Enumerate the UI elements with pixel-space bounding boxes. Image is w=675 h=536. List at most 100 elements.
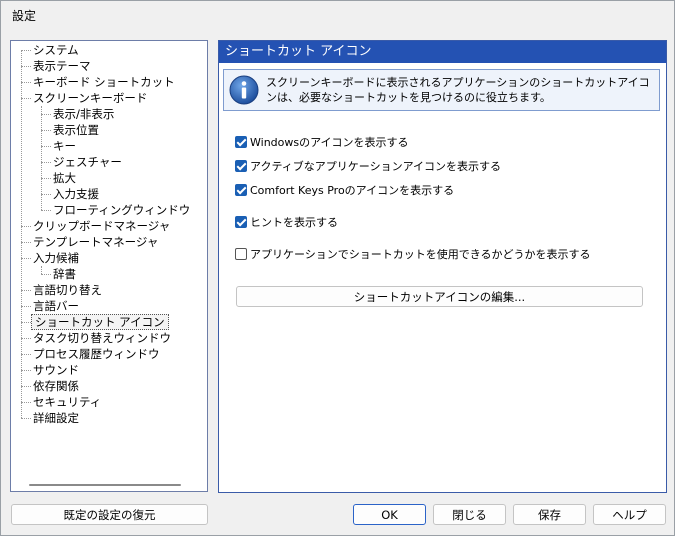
tree-item[interactable]: 依存関係: [31, 378, 81, 394]
tree-item-label: キーボード ショートカット: [33, 75, 175, 89]
tree-connector: [21, 258, 31, 259]
edit-shortcut-icons-button[interactable]: ショートカットアイコンの編集...: [236, 286, 643, 307]
tree-connector: [21, 322, 31, 323]
tree-connector: [41, 178, 51, 179]
tree-item-label: キー: [53, 139, 76, 153]
option-show-shortcut-availability[interactable]: アプリケーションでショートカットを使用できるかどうかを表示する: [235, 247, 591, 263]
tree-item[interactable]: キー: [51, 138, 78, 154]
tree-item[interactable]: プロセス履歴ウィンドウ: [31, 346, 162, 362]
tree-item[interactable]: 言語バー: [31, 298, 81, 314]
checkbox[interactable]: [235, 160, 247, 172]
option-show-comfort-keys-icon[interactable]: Comfort Keys Proのアイコンを表示する: [235, 183, 454, 199]
tree-item-label: プロセス履歴ウィンドウ: [33, 347, 160, 361]
window-title: 設定: [12, 9, 37, 23]
tree-horizontal-scrollbar[interactable]: [29, 484, 181, 486]
tree-connector: [41, 274, 51, 275]
settings-panel: ショートカット アイコン スクリーンキーボードに表示されるアプリケーションのショ…: [218, 40, 667, 493]
tree-item[interactable]: 言語切り替え: [31, 282, 104, 298]
tree-connector: [21, 402, 31, 403]
tree-item-label: 表示/非表示: [53, 107, 115, 121]
tree-item[interactable]: 入力支援: [51, 186, 101, 202]
tree-connector: [41, 266, 42, 274]
tree-item-label: サウンド: [33, 363, 79, 377]
tree-item[interactable]: タスク切り替えウィンドウ: [31, 330, 173, 346]
checkbox[interactable]: [235, 248, 247, 260]
checkbox[interactable]: [235, 184, 247, 196]
option-label: ヒントを表示する: [250, 216, 338, 229]
tree-item-label: タスク切り替えウィンドウ: [33, 331, 171, 345]
tree-item[interactable]: 表示位置: [51, 122, 101, 138]
tree-item[interactable]: スクリーンキーボード: [31, 90, 149, 106]
tree-connector: [21, 386, 31, 387]
tree-connector: [41, 210, 51, 211]
tree-connector: [21, 66, 31, 67]
tree-item-label: 入力支援: [53, 187, 99, 201]
tree-item[interactable]: クリップボードマネージャ: [31, 218, 172, 234]
tree-item[interactable]: 入力候補: [31, 250, 81, 266]
checkbox[interactable]: [235, 216, 247, 228]
tree-item-label: システム: [33, 43, 79, 57]
checkbox[interactable]: [235, 136, 247, 148]
tree-item[interactable]: サウンド: [31, 362, 81, 378]
tree-connector: [21, 290, 31, 291]
tree-item-label: セキュリティ: [33, 395, 102, 409]
settings-window: 設定 システム表示テーマキーボード ショートカット スクリーンキーボード 表示/非表…: [0, 0, 675, 536]
tree-connector: [21, 418, 31, 419]
tree-item-label: ジェスチャー: [53, 155, 122, 169]
option-label: Comfort Keys Proのアイコンを表示する: [250, 184, 455, 197]
option-label: アプリケーションでショートカットを使用できるかどうかを表示する: [250, 248, 591, 261]
tree-item[interactable]: キーボード ショートカット: [31, 74, 177, 90]
tree-item-label: 入力候補: [33, 251, 79, 265]
tree-connector: [21, 50, 22, 418]
tree-item[interactable]: ジェスチャー: [51, 154, 124, 170]
tree-connector: [21, 306, 31, 307]
tree-connector: [21, 354, 31, 355]
tree-item[interactable]: 拡大: [51, 170, 78, 186]
settings-tree[interactable]: システム表示テーマキーボード ショートカット スクリーンキーボード 表示/非表示 表示…: [10, 40, 208, 492]
option-show-hints[interactable]: ヒントを表示する: [235, 215, 338, 231]
tree-connector: [41, 162, 51, 163]
tree-item[interactable]: 詳細設定: [31, 410, 81, 426]
tree-item-label: 言語バー: [33, 299, 79, 313]
tree-connector: [21, 242, 31, 243]
tree-item-label: 表示位置: [53, 123, 99, 137]
tree-item-label: 辞書: [53, 267, 76, 281]
tree-item-label: 言語切り替え: [33, 283, 102, 297]
tree-item-label: 表示テーマ: [33, 59, 91, 73]
tree-item[interactable]: 表示テーマ: [31, 58, 93, 74]
tree-connector: [41, 146, 51, 147]
tree-item[interactable]: システム: [31, 42, 81, 58]
tree-item-label: 詳細設定: [33, 411, 79, 425]
tree-connector: [21, 50, 31, 51]
option-show-windows-icon[interactable]: Windowsのアイコンを表示する: [235, 135, 409, 151]
tree-item-label: 依存関係: [33, 379, 79, 393]
tree-connector: [21, 82, 31, 83]
tree-item-label: ショートカット アイコン: [31, 314, 169, 330]
info-icon: [229, 75, 259, 105]
tree-item[interactable]: フローティングウィンドウ: [51, 202, 192, 218]
tree-item[interactable]: 辞書: [51, 266, 78, 282]
tree-item-label: クリップボードマネージャ: [33, 219, 171, 233]
option-label: アクティブなアプリケーションアイコンを表示する: [250, 160, 502, 173]
panel-title: ショートカット アイコン: [219, 41, 666, 63]
tree-item-label: フローティングウィンドウ: [53, 203, 191, 217]
tree-item-label: テンプレートマネージャ: [33, 235, 159, 249]
tree-connector: [41, 194, 51, 195]
tree-connector: [21, 370, 31, 371]
tree-item-label: 拡大: [53, 171, 76, 185]
tree-connector: [41, 130, 51, 131]
option-label: Windowsのアイコンを表示する: [250, 136, 409, 149]
ok-button[interactable]: OK: [353, 504, 426, 525]
tree-item[interactable]: ショートカット アイコン: [31, 314, 169, 330]
tree-connector: [21, 338, 31, 339]
tree-item[interactable]: テンプレートマネージャ: [31, 234, 160, 250]
info-text: スクリーンキーボードに表示されるアプリケーションのショートカットアイコンは、必要…: [266, 76, 650, 104]
close-button[interactable]: 閉じる: [433, 504, 506, 525]
tree-connector: [21, 226, 31, 227]
option-show-active-app-icon[interactable]: アクティブなアプリケーションアイコンを表示する: [235, 159, 501, 175]
tree-item[interactable]: セキュリティ: [31, 394, 103, 410]
tree-item[interactable]: 表示/非表示: [51, 106, 116, 122]
help-button[interactable]: ヘルプ: [593, 504, 666, 525]
save-button[interactable]: 保存: [513, 504, 586, 525]
restore-defaults-button[interactable]: 既定の設定の復元: [11, 504, 208, 525]
